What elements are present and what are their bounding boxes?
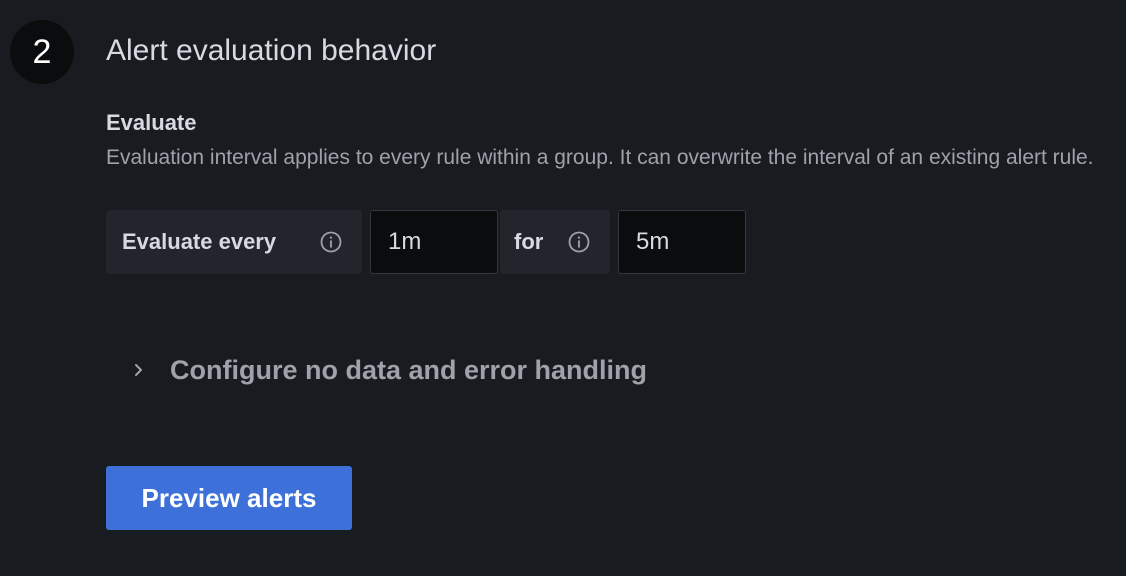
pending-period-input[interactable] [618,210,746,274]
chevron-right-icon [135,364,142,376]
info-icon[interactable] [319,230,343,254]
evaluate-label: Evaluate [106,110,197,135]
no-data-error-handling-toggle[interactable]: Configure no data and error handling [126,350,647,390]
step-number: 2 [32,32,52,71]
evaluate-every-input[interactable] [370,210,498,274]
section-title: Alert evaluation behavior [106,34,437,67]
evaluate-description: Evaluation interval applies to every rul… [106,146,1094,169]
no-data-error-handling-label: Configure no data and error handling [170,354,648,385]
info-icon[interactable] [567,230,591,254]
preview-alerts-button[interactable]: Preview alerts [106,466,352,530]
pending-period-text: for [514,229,544,254]
pending-period-label: for [500,210,610,274]
evaluate-every-label: Evaluate every [106,210,362,274]
evaluate-every-text: Evaluate every [122,229,277,254]
step-number-badge: 2 [10,20,74,84]
